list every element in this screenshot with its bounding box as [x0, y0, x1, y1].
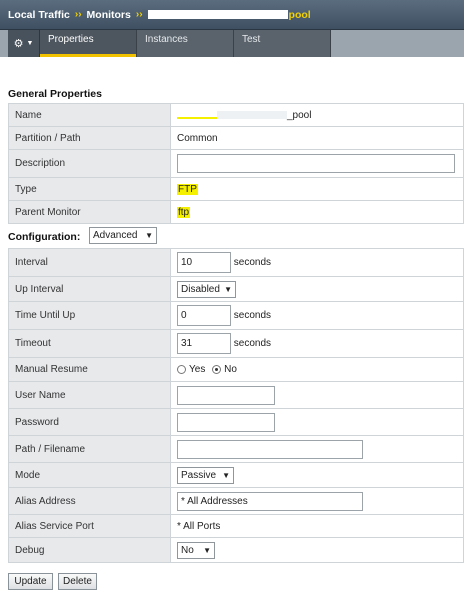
chevron-down-icon: ▼: [145, 231, 153, 240]
table-row: Debug No ▼: [8, 537, 464, 563]
user-name-label: User Name: [8, 381, 171, 409]
table-row: User Name: [8, 381, 464, 409]
manual-resume-label: Manual Resume: [8, 357, 171, 382]
table-row: Partition / Path Common: [8, 126, 464, 150]
tab-instances[interactable]: Instances: [137, 30, 234, 57]
debug-select[interactable]: No ▼: [177, 541, 215, 559]
configuration-title: Configuration:: [8, 231, 81, 243]
password-input[interactable]: [177, 412, 275, 432]
table-row: Password: [8, 408, 464, 436]
redacted-name: [177, 110, 217, 119]
alias-address-label: Alias Address: [8, 487, 171, 515]
interval-label: Interval: [8, 248, 171, 277]
alias-address-input[interactable]: [177, 491, 363, 511]
breadcrumb-current: pool: [288, 8, 311, 21]
name-label: Name: [8, 103, 171, 127]
description-label: Description: [8, 149, 171, 178]
manual-resume-no-radio[interactable]: [212, 364, 222, 374]
time-until-up-unit: seconds: [233, 310, 272, 321]
table-row: Parent Monitor ftp: [8, 200, 464, 224]
mode-value: Passive: [181, 469, 217, 481]
parent-monitor-label: Parent Monitor: [8, 200, 171, 224]
delete-button[interactable]: Delete: [58, 573, 97, 590]
breadcrumb-separator: ››: [74, 9, 82, 20]
partition-label: Partition / Path: [8, 126, 171, 150]
table-row: Timeout seconds: [8, 329, 464, 358]
gear-menu-button[interactable]: ⚙ ▼: [8, 30, 40, 57]
timeout-unit: seconds: [233, 338, 272, 349]
chevron-down-icon: ▼: [26, 40, 34, 47]
manual-resume-yes-radio[interactable]: [177, 364, 186, 374]
user-name-input[interactable]: [177, 385, 275, 405]
chevron-down-icon: ▼: [203, 545, 211, 555]
manual-resume-no-label: No: [224, 364, 237, 375]
path-filename-input[interactable]: [177, 439, 363, 459]
redacted-name: [217, 110, 287, 119]
tab-properties[interactable]: Properties: [40, 30, 137, 57]
up-interval-value: Disabled: [181, 283, 220, 295]
configuration-mode-value: Advanced: [93, 230, 138, 241]
table-row: Type FTP: [8, 177, 464, 201]
table-row: Time Until Up seconds: [8, 301, 464, 330]
table-row: Interval seconds: [8, 248, 464, 277]
timeout-label: Timeout: [8, 329, 171, 358]
interval-input[interactable]: [177, 252, 231, 273]
table-row: Name _pool: [8, 103, 464, 127]
alias-service-port-value: * All Ports: [170, 514, 464, 538]
partition-value: Common: [170, 126, 464, 150]
general-properties-title: General Properties: [8, 88, 102, 100]
tab-test[interactable]: Test: [234, 30, 331, 57]
time-until-up-input[interactable]: [177, 305, 231, 326]
table-row: Description: [8, 149, 464, 178]
alias-service-port-label: Alias Service Port: [8, 514, 171, 538]
table-row: Alias Service Port * All Ports: [8, 514, 464, 538]
debug-value: No: [181, 544, 194, 556]
table-row: Mode Passive ▼: [8, 462, 464, 488]
configuration-mode-select[interactable]: Advanced ▼: [89, 227, 157, 244]
manual-resume-yes-label: Yes: [189, 364, 206, 375]
breadcrumb-monitors[interactable]: Monitors: [87, 9, 131, 21]
table-row: Up Interval Disabled ▼: [8, 276, 464, 302]
tab-bar: ⚙ ▼ Properties Instances Test: [0, 30, 464, 57]
general-properties-table: Name _pool Partition / Path Common Descr…: [8, 103, 464, 224]
breadcrumb-separator: ››: [135, 9, 143, 20]
debug-label: Debug: [8, 537, 171, 563]
gear-icon: ⚙: [13, 38, 24, 50]
name-value: _pool: [287, 109, 312, 121]
table-row: Alias Address: [8, 487, 464, 515]
description-input[interactable]: [177, 154, 455, 173]
password-label: Password: [8, 408, 171, 436]
interval-unit: seconds: [233, 257, 272, 268]
chevron-down-icon: ▼: [224, 284, 232, 294]
parent-monitor-value: ftp: [177, 206, 191, 218]
table-row: Manual Resume Yes No: [8, 357, 464, 382]
update-button[interactable]: Update: [8, 573, 53, 590]
type-value: FTP: [177, 183, 198, 195]
chevron-down-icon: ▼: [222, 470, 230, 480]
redacted-name: [147, 10, 288, 19]
timeout-input[interactable]: [177, 333, 231, 354]
mode-label: Mode: [8, 462, 171, 488]
breadcrumb: Local Traffic ›› Monitors ›› pool: [0, 0, 464, 30]
time-until-up-label: Time Until Up: [8, 301, 171, 330]
table-row: Path / Filename: [8, 435, 464, 463]
up-interval-label: Up Interval: [8, 276, 171, 302]
mode-select[interactable]: Passive ▼: [177, 466, 234, 484]
up-interval-select[interactable]: Disabled ▼: [177, 280, 236, 298]
type-label: Type: [8, 177, 171, 201]
configuration-table: Interval seconds Up Interval Disabled ▼ T…: [8, 248, 464, 563]
breadcrumb-local-traffic[interactable]: Local Traffic: [8, 9, 70, 21]
path-filename-label: Path / Filename: [8, 435, 171, 463]
